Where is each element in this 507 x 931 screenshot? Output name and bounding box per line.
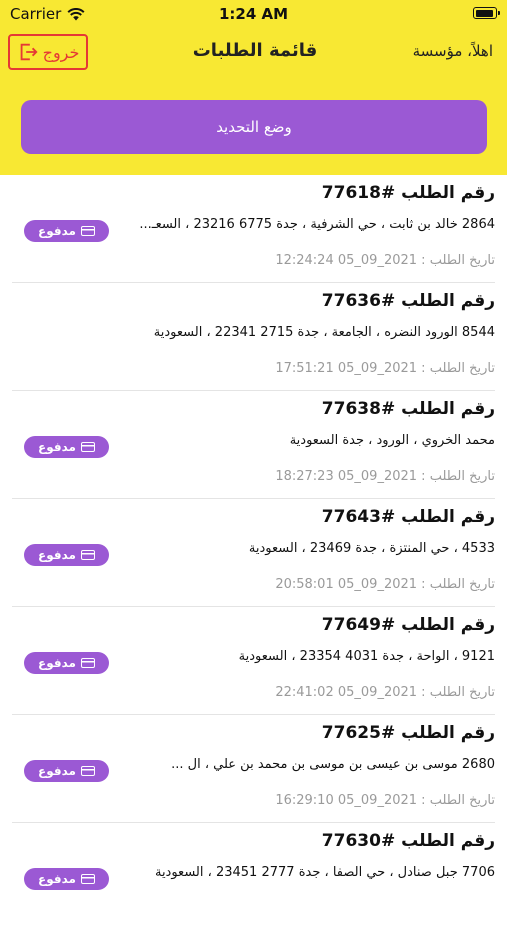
order-date: تاريخ الطلب : 2021_09_05 16:29:10 [275, 793, 495, 808]
status-label: مدفوع [38, 224, 76, 238]
credit-card-icon [80, 226, 95, 236]
selection-mode-label: وضع التحديد [216, 118, 292, 136]
status-time: 1:24 AM [218, 5, 289, 23]
order-date: تاريخ الطلب : 2021_09_05 17:51:21 [275, 361, 495, 376]
logout-icon [20, 43, 38, 61]
credit-card-icon [80, 874, 95, 884]
order-number: رقم الطلب #77630 [321, 831, 495, 851]
list-item[interactable]: رقم الطلب #77638 محمد الخروي ، الورود ، … [12, 391, 495, 499]
order-number: رقم الطلب #77625 [321, 723, 495, 743]
status-label: مدفوع [38, 764, 76, 778]
header-bar: Carrier 1:24 AM خروج قائمة الطلبات اهلاً… [0, 0, 507, 175]
status-badge: مدفوع [24, 220, 109, 242]
status-badge: مدفوع [24, 760, 109, 782]
order-number: رقم الطلب #77636 [321, 291, 495, 311]
logout-label: خروج [42, 42, 80, 62]
order-number: رقم الطلب #77638 [321, 399, 495, 419]
status-badge: مدفوع [24, 544, 109, 566]
page-title: قائمة الطلبات [192, 40, 318, 61]
status-label: مدفوع [38, 440, 76, 454]
status-label: مدفوع [38, 656, 76, 670]
status-badge: مدفوع [24, 868, 109, 890]
selection-mode-button[interactable]: وضع التحديد [21, 100, 487, 154]
order-address: 4533 ، حي المنتزة ، جدة 23469 ، السعودية [248, 541, 495, 556]
credit-card-icon [80, 766, 95, 776]
list-item[interactable]: رقم الطلب #77649 9121 ، الواحة ، جدة 403… [12, 607, 495, 715]
order-number: رقم الطلب #77649 [321, 615, 495, 635]
status-label: مدفوع [38, 548, 76, 562]
logout-button[interactable]: خروج [8, 34, 88, 70]
status-badge: مدفوع [24, 436, 109, 458]
battery-icon [473, 7, 500, 19]
credit-card-icon [80, 550, 95, 560]
status-badge: مدفوع [24, 652, 109, 674]
list-item[interactable]: رقم الطلب #77643 4533 ، حي المنتزة ، جدة… [12, 499, 495, 607]
order-date: تاريخ الطلب : 2021_09_05 22:41:02 [275, 685, 495, 700]
order-address: 2680 موسى بن عيسى بن موسى بن محمد بن علي… [171, 757, 495, 772]
credit-card-icon [80, 658, 95, 668]
list-item[interactable]: رقم الطلب #77636 8544 الورود النضره ، ال… [12, 283, 495, 391]
order-address: 9121 ، الواحة ، جدة 4031 23354 ، السعودي… [238, 649, 495, 664]
list-item[interactable]: رقم الطلب #77630 7706 جبل صنادل ، حي الص… [12, 823, 495, 931]
order-address: 8544 الورود النضره ، الجامعة ، جدة 2715 … [153, 325, 495, 340]
order-address: 7706 جبل صنادل ، حي الصفا ، جدة 2777 234… [154, 865, 495, 880]
status-bar: Carrier 1:24 AM [0, 0, 507, 28]
list-item[interactable]: رقم الطلب #77625 2680 موسى بن عيسى بن مو… [12, 715, 495, 823]
list-item[interactable]: رقم الطلب #77618 2864 خالد بن ثابت ، حي … [12, 175, 495, 283]
orders-list[interactable]: رقم الطلب #77618 2864 خالد بن ثابت ، حي … [0, 175, 507, 931]
order-date: تاريخ الطلب : 2021_09_05 18:27:23 [275, 469, 495, 484]
order-date: تاريخ الطلب : 2021_09_05 12:24:24 [275, 253, 495, 268]
greeting-text: اهلاً، مؤسسة [412, 42, 493, 60]
status-label: مدفوع [38, 872, 76, 886]
order-number: رقم الطلب #77618 [321, 183, 495, 203]
order-date: تاريخ الطلب : 2021_09_05 20:58:01 [275, 577, 495, 592]
order-number: رقم الطلب #77643 [321, 507, 495, 527]
credit-card-icon [80, 442, 95, 452]
order-address: محمد الخروي ، الورود ، جدة السعودية [289, 433, 495, 448]
order-address: 2864 خالد بن ثابت ، حي الشرفية ، جدة 677… [139, 217, 495, 232]
